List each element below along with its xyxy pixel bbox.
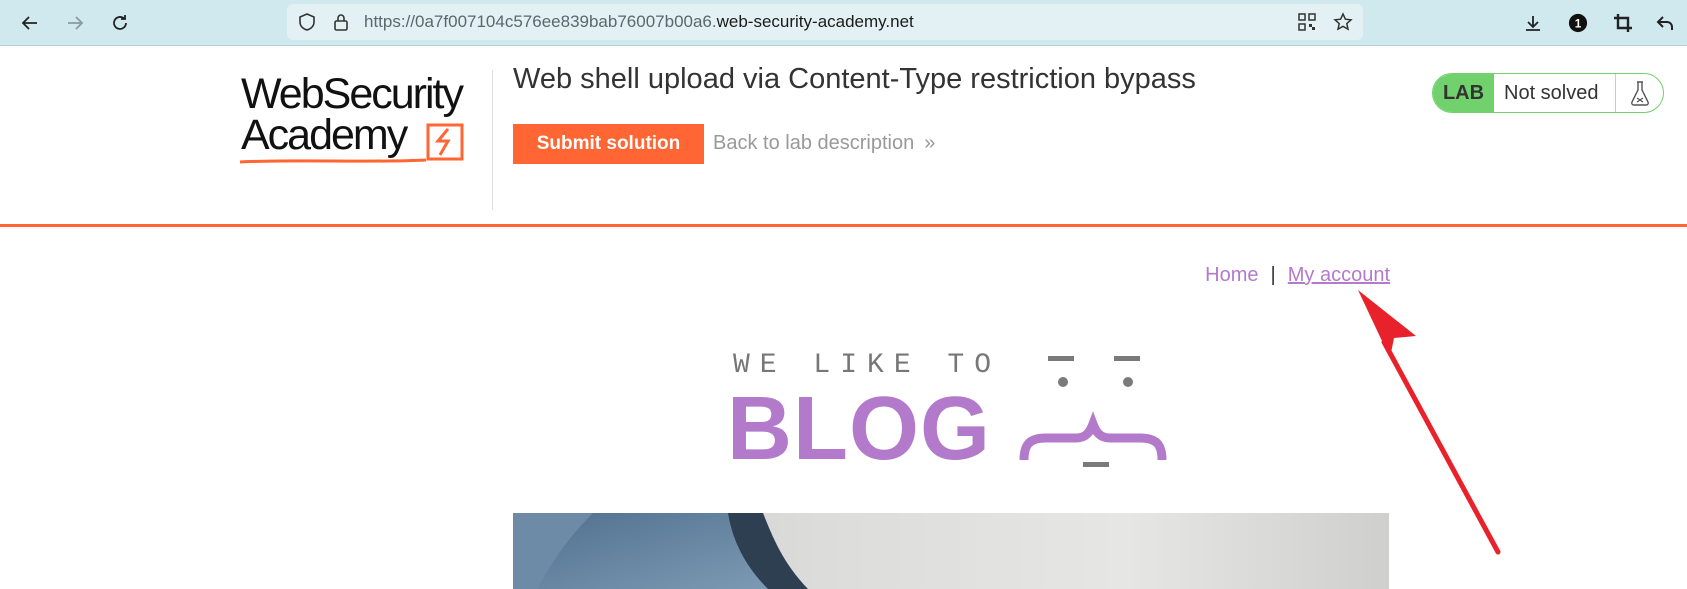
back-arrow-icon[interactable] — [14, 7, 46, 39]
reload-icon[interactable] — [104, 7, 136, 39]
back-link-label: Back to lab description — [713, 132, 915, 154]
back-to-lab-description-link[interactable]: Back to lab description » — [713, 132, 935, 155]
url-prefix: https://0a7f007104c576ee839bab76007b00a6… — [364, 12, 717, 31]
address-bar[interactable]: https://0a7f007104c576ee839bab76007b00a6… — [287, 4, 1363, 40]
bookmark-star-icon[interactable] — [1333, 12, 1353, 32]
annotation-red-arrow — [1358, 290, 1501, 555]
lab-header: WebSecurity Academy Web shell upload via… — [0, 46, 1687, 227]
undo-arrow-icon[interactable] — [1649, 7, 1681, 39]
logo-underline-stroke — [239, 158, 427, 164]
header-divider — [492, 70, 493, 210]
blog-hero-image — [513, 513, 1389, 589]
logo-text-line2: Academy — [241, 111, 408, 159]
url-host: web-security-academy.net — [716, 12, 914, 31]
lightning-bolt-icon — [426, 123, 464, 161]
submit-solution-button[interactable]: Submit solution — [513, 124, 704, 164]
web-security-academy-logo[interactable]: WebSecurity Academy — [238, 70, 491, 170]
blog-tagline: WE LIKE TO — [733, 350, 1002, 381]
blog-nav: Home | My account — [1205, 264, 1390, 287]
notification-badge-icon[interactable]: 1 — [1562, 7, 1594, 39]
nav-separator: | — [1270, 264, 1276, 286]
lab-title: Web shell upload via Content-Type restri… — [513, 63, 1196, 95]
double-chevron-right-icon: » — [924, 132, 935, 154]
nav-my-account-link[interactable]: My account — [1288, 264, 1390, 286]
url-text[interactable]: https://0a7f007104c576ee839bab76007b00a6… — [364, 12, 914, 32]
forward-arrow-icon[interactable] — [59, 7, 91, 39]
flask-icon — [1615, 74, 1663, 112]
blog-face-icon — [1019, 356, 1167, 467]
browser-toolbar: https://0a7f007104c576ee839bab76007b00a6… — [0, 0, 1687, 46]
shield-icon[interactable] — [297, 12, 317, 32]
crop-icon[interactable] — [1607, 7, 1639, 39]
lab-badge-label: LAB — [1433, 74, 1494, 112]
nav-home-link[interactable]: Home — [1205, 264, 1258, 286]
lab-status-text: Not solved — [1504, 81, 1599, 104]
lock-icon[interactable] — [331, 12, 351, 32]
download-icon[interactable] — [1517, 7, 1549, 39]
notification-count: 1 — [1575, 17, 1582, 31]
lab-status-badge: LAB Not solved — [1432, 73, 1664, 113]
blog-title: BLOG — [727, 379, 991, 479]
qr-code-icon[interactable] — [1297, 12, 1317, 32]
